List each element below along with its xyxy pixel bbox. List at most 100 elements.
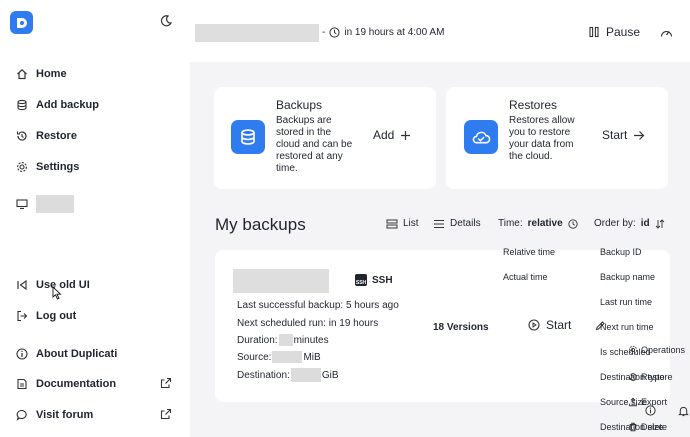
nav-add-backup[interactable]: Add backup bbox=[16, 96, 99, 114]
nav-settings[interactable]: Settings bbox=[16, 158, 79, 176]
order-option-backup-id[interactable]: Backup ID bbox=[600, 247, 642, 257]
destination-size-line: Destination: GiB bbox=[237, 368, 339, 382]
plus-icon bbox=[400, 130, 411, 141]
order-option-last-run[interactable]: Last run time bbox=[600, 297, 652, 307]
ssh-icon: SSH bbox=[355, 274, 367, 286]
sidebar: Home Add backup Restore Settings Use old… bbox=[0, 0, 190, 437]
nav-use-old-ui-label: Use old UI bbox=[36, 279, 90, 291]
menu-icon bbox=[433, 219, 445, 229]
next-scheduled-run: Next scheduled run: in 19 hours bbox=[237, 318, 379, 329]
history-icon bbox=[16, 130, 28, 142]
restores-card: Restores Restores allow you to restore y… bbox=[446, 87, 668, 189]
duration-redacted bbox=[278, 334, 293, 346]
start-backup-label: Start bbox=[546, 318, 572, 332]
nav-add-backup-label: Add backup bbox=[36, 99, 99, 111]
back-arrow-icon bbox=[16, 279, 28, 291]
source-size-redacted bbox=[272, 351, 303, 363]
history-icon bbox=[628, 372, 638, 382]
sort-icon bbox=[655, 218, 665, 229]
nav-log-out[interactable]: Log out bbox=[16, 307, 76, 325]
nav-settings-label: Settings bbox=[36, 161, 80, 173]
restores-card-title: Restores bbox=[509, 98, 558, 112]
nav-documentation[interactable]: Documentation bbox=[16, 375, 116, 393]
main-content: Backups Backups are stored in the cloud … bbox=[190, 62, 690, 437]
start-restore-button[interactable]: Start bbox=[602, 128, 645, 142]
database-icon bbox=[16, 99, 28, 111]
operations-delete[interactable]: Delete bbox=[628, 422, 667, 432]
duplicati-logo[interactable] bbox=[10, 11, 33, 34]
speedometer-icon[interactable] bbox=[660, 27, 673, 39]
source-size-line: Source: MiB bbox=[237, 351, 321, 363]
gear-icon bbox=[628, 345, 638, 355]
monitor-icon bbox=[16, 198, 28, 210]
time-label: Time: bbox=[498, 218, 523, 229]
nav-about-label: About Duplicati bbox=[36, 348, 118, 360]
backend-type-label: SSH bbox=[372, 274, 393, 286]
time-value: relative bbox=[527, 218, 563, 229]
backend-type: SSH SSH bbox=[355, 274, 393, 286]
add-backup-label: Add bbox=[373, 128, 395, 142]
info-icon bbox=[16, 348, 28, 360]
document-icon bbox=[16, 378, 28, 390]
details-view-button[interactable]: Details bbox=[433, 218, 481, 229]
machine-name-redacted bbox=[36, 195, 74, 213]
nav-documentation-label: Documentation bbox=[36, 378, 117, 390]
order-option-next-run[interactable]: Next run time bbox=[600, 322, 654, 332]
external-link-icon[interactable] bbox=[160, 377, 172, 389]
logout-icon bbox=[16, 310, 28, 322]
start-restore-label: Start bbox=[602, 128, 628, 142]
bell-icon[interactable] bbox=[678, 405, 689, 417]
operations-restore[interactable]: Restore bbox=[628, 372, 673, 382]
start-backup-button[interactable]: Start bbox=[528, 318, 571, 332]
backup-name-redacted bbox=[233, 269, 329, 293]
database-icon bbox=[231, 120, 265, 154]
time-format-toggle[interactable]: Time: relative bbox=[498, 218, 578, 229]
next-schedule: - in 19 hours at 4:00 AM bbox=[322, 27, 444, 38]
home-icon bbox=[16, 68, 28, 80]
add-backup-button[interactable]: Add bbox=[373, 128, 411, 142]
time-option-actual[interactable]: Actual time bbox=[503, 272, 548, 282]
mouse-cursor-icon bbox=[52, 286, 62, 300]
nav-about[interactable]: About Duplicati bbox=[16, 345, 117, 363]
nav-home-label: Home bbox=[36, 68, 67, 80]
list-view-label: List bbox=[403, 218, 419, 229]
nav-log-out-label: Log out bbox=[36, 310, 77, 322]
backups-card-title: Backups bbox=[276, 98, 323, 112]
trash-icon bbox=[628, 422, 638, 432]
last-successful-backup: Last successful backup: 5 hours ago bbox=[237, 300, 399, 311]
pause-icon bbox=[588, 26, 600, 38]
help-icon[interactable] bbox=[645, 405, 656, 416]
pause-label: Pause bbox=[606, 25, 641, 39]
schedule-separator: - bbox=[322, 27, 326, 38]
export-icon bbox=[628, 397, 638, 407]
backup-title-redacted bbox=[195, 24, 319, 42]
nav-machine[interactable] bbox=[16, 195, 74, 213]
time-option-relative[interactable]: Relative time bbox=[503, 247, 555, 257]
nav-visit-forum[interactable]: Visit forum bbox=[16, 406, 93, 424]
chat-icon bbox=[16, 409, 28, 421]
nav-restore-label: Restore bbox=[36, 130, 77, 142]
clock-icon bbox=[329, 27, 340, 38]
order-by-toggle[interactable]: Order by: id bbox=[594, 218, 665, 229]
gear-icon bbox=[16, 161, 28, 173]
my-backups-heading: My backups bbox=[215, 215, 306, 234]
restores-card-desc: Restores allow you to restore your data … bbox=[509, 115, 575, 162]
nav-visit-forum-label: Visit forum bbox=[36, 409, 94, 421]
destination-size-redacted bbox=[290, 368, 321, 382]
list-view-button[interactable]: List bbox=[386, 218, 419, 229]
backups-card-desc: Backups are stored in the cloud and can … bbox=[276, 115, 353, 174]
order-option-backup-name[interactable]: Backup name bbox=[600, 272, 655, 282]
moon-icon[interactable] bbox=[160, 15, 172, 27]
cloud-check-icon bbox=[464, 120, 498, 154]
schedule-text: in 19 hours at 4:00 AM bbox=[344, 27, 445, 38]
play-icon bbox=[528, 319, 540, 331]
details-view-label: Details bbox=[450, 218, 481, 229]
nav-restore[interactable]: Restore bbox=[16, 127, 77, 145]
external-link-icon[interactable] bbox=[160, 408, 172, 420]
versions-count[interactable]: 18 Versions bbox=[433, 322, 489, 333]
nav-home[interactable]: Home bbox=[16, 65, 67, 83]
duration-line: Duration: minutes bbox=[237, 334, 329, 346]
pause-button[interactable]: Pause bbox=[588, 25, 640, 39]
operations-menu-title: Operations bbox=[628, 345, 685, 355]
arrow-right-icon bbox=[633, 130, 645, 141]
